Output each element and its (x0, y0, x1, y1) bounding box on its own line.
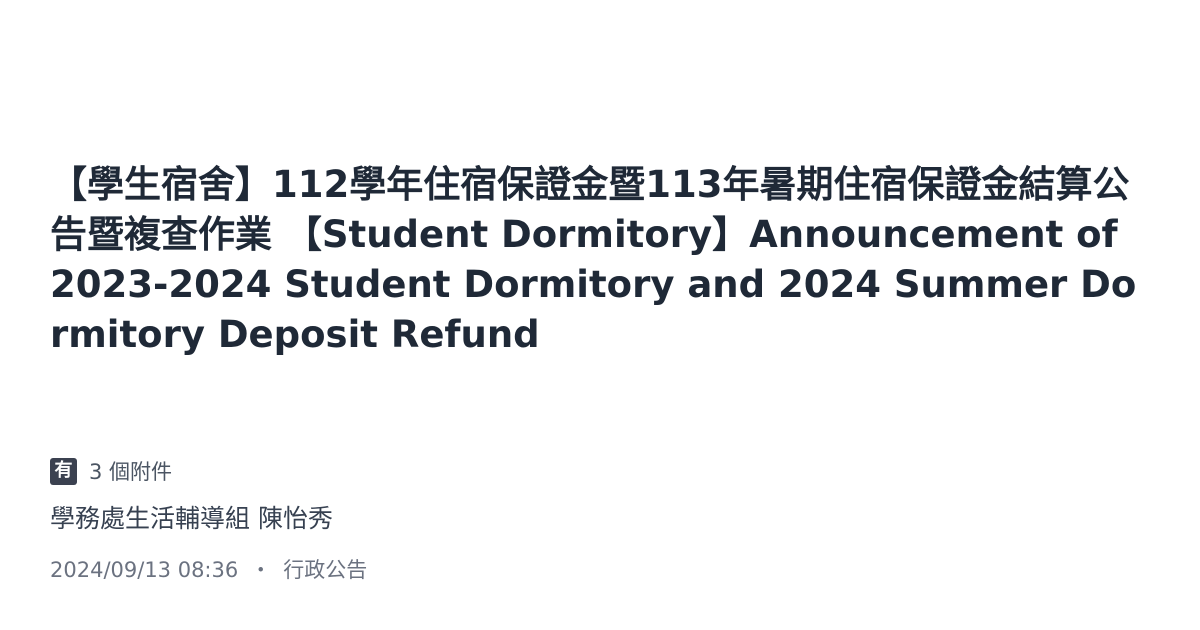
post-meta: 2024/09/13 08:36 ・ 行政公告 (50, 555, 367, 585)
attachments-info: 有 3 個附件 (50, 456, 172, 486)
attachments-count: 3 個附件 (89, 460, 173, 484)
post-category: 行政公告 (283, 558, 368, 582)
announcement-card: 【學生宿舍】112學年住宿保證金暨113年暑期住宿保證金結算公告暨複查作業 【S… (0, 0, 1200, 630)
author-unit: 學務處生活輔導組 陳怡秀 (50, 504, 333, 533)
post-title: 【學生宿舍】112學年住宿保證金暨113年暑期住宿保證金結算公告暨複查作業 【S… (50, 163, 1137, 356)
post-datetime: 2024/09/13 08:36 (50, 558, 239, 582)
meta-separator: ・ (250, 558, 272, 582)
attachment-icon: 有 (50, 457, 77, 485)
